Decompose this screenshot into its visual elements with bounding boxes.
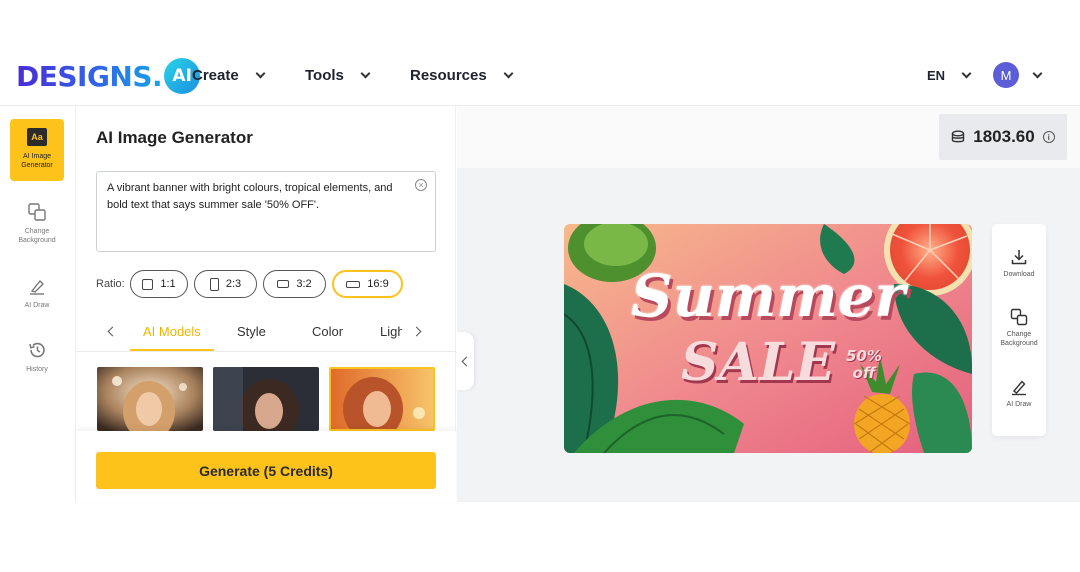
generator-panel: AI Image Generator A vibrant banner with… [76, 106, 456, 502]
widescreen-icon [346, 280, 361, 288]
tab-color[interactable]: Color [312, 324, 343, 339]
language-selector[interactable]: EN [927, 44, 972, 106]
chevron-down-icon [255, 68, 266, 78]
square-icon [142, 278, 154, 290]
download-icon [1011, 250, 1027, 265]
sidebar-item-label: AI Draw [24, 302, 50, 309]
nav-create[interactable]: Create [192, 44, 266, 106]
ratio-16-9-button[interactable]: 16:9 [332, 270, 403, 298]
top-navbar: DESIGNS. AI Create Tools Resources EN M [0, 44, 1080, 106]
aa-icon: Aa [27, 127, 47, 147]
credits-value: 1803.60 [973, 127, 1035, 146]
chevron-down-icon [961, 68, 972, 78]
portrait-icon [209, 277, 219, 291]
preview-canvas: 1803.60 i Summer SALE 50% off Download C… [457, 106, 1080, 502]
sidebar-item-history[interactable]: History [10, 332, 64, 394]
chevron-left-icon [461, 356, 472, 366]
app-root: DESIGNS. AI Create Tools Resources EN M … [0, 0, 1080, 572]
chevron-down-icon [1032, 68, 1043, 78]
option-tabs: AI Models Style Color Ligh [76, 316, 456, 352]
ratio-1-1-button[interactable]: 1:1 [130, 270, 188, 298]
tabs-next-icon[interactable] [411, 326, 422, 337]
sidebar-item-ai-draw[interactable]: AI Draw [10, 268, 64, 330]
canvas-topbar: 1803.60 i [457, 106, 1080, 168]
nav-tools[interactable]: Tools [305, 44, 371, 106]
pen-icon [1012, 380, 1026, 396]
info-icon[interactable]: i [1042, 131, 1055, 143]
pen-icon [27, 276, 47, 296]
model-thumbnail[interactable] [329, 367, 435, 431]
history-icon [27, 340, 47, 360]
avatar[interactable]: M [993, 62, 1019, 88]
sidebar-item-label: Change Background [18, 228, 56, 244]
discount-percent: 50% [846, 347, 882, 365]
model-thumbnail[interactable] [97, 367, 203, 431]
banner-discount: 50% off [846, 348, 882, 382]
designs-ai-logo[interactable]: DESIGNS. AI [16, 58, 201, 94]
ratio-2-3-button[interactable]: 2:3 [194, 270, 257, 298]
coins-icon [952, 130, 965, 143]
banner-title: Summer [630, 262, 906, 330]
tab-lighting[interactable]: Ligh [380, 324, 402, 339]
layers-icon [27, 202, 47, 222]
sidebar-item-label: History [26, 366, 48, 373]
ratio-3-2-button[interactable]: 3:2 [263, 270, 326, 298]
clear-icon[interactable]: × [415, 179, 427, 191]
chevron-down-icon [503, 68, 514, 78]
nav-resources-label: Resources [410, 66, 487, 84]
credits-balance: 1803.60 i [939, 114, 1067, 160]
nav-tools-label: Tools [305, 66, 344, 84]
download-button[interactable]: Download [992, 248, 1046, 279]
ratio-label-text: 1:1 [160, 278, 176, 290]
sidebar-item-ai-image-generator[interactable]: Aa AI Image Generator [10, 119, 64, 181]
chevron-down-icon [360, 68, 371, 78]
model-thumbnail[interactable] [213, 367, 319, 431]
generated-image[interactable]: Summer SALE 50% off [564, 224, 972, 453]
image-actions-toolbar: Download Change Background AI Draw [992, 224, 1046, 436]
tool-sidebar: Aa AI Image Generator Change Background … [0, 106, 76, 502]
sidebar-item-label: AI Image Generator [21, 153, 53, 169]
tabs-prev-icon[interactable] [107, 326, 118, 337]
active-tab-indicator [130, 349, 214, 351]
collapse-panel-toggle[interactable] [456, 332, 474, 390]
panel-footer: Generate (5 Credits) [76, 431, 456, 502]
ai-draw-label: AI Draw [1006, 401, 1032, 408]
ratio-label: Ratio: [96, 278, 125, 290]
nav-create-label: Create [192, 66, 239, 84]
layers-icon [1010, 308, 1028, 326]
language-label: EN [927, 67, 946, 83]
account-menu-toggle[interactable] [1024, 44, 1043, 106]
tab-ai-models[interactable]: AI Models [143, 324, 201, 339]
change-background-button[interactable]: Change Background [992, 308, 1046, 348]
sidebar-item-change-background[interactable]: Change Background [10, 194, 64, 256]
prompt-text: A vibrant banner with bright colours, tr… [107, 182, 393, 211]
prompt-textarea[interactable]: A vibrant banner with bright colours, tr… [96, 171, 436, 252]
ai-draw-button[interactable]: AI Draw [992, 378, 1046, 409]
discount-off: off [852, 364, 876, 382]
ratio-label-text: 16:9 [367, 278, 389, 290]
change-background-label: Change Background [1000, 331, 1038, 347]
logo-text: DESIGNS. [16, 59, 163, 93]
tab-style[interactable]: Style [237, 324, 266, 339]
landscape-icon [277, 280, 290, 288]
nav-resources[interactable]: Resources [410, 44, 514, 106]
banner-subtitle: SALE [680, 332, 836, 393]
download-label: Download [1003, 271, 1035, 278]
ratio-label-text: 3:2 [296, 278, 312, 290]
generate-button[interactable]: Generate (5 Credits) [96, 452, 436, 489]
page-title: AI Image Generator [96, 128, 253, 147]
ratio-label-text: 2:3 [225, 278, 242, 290]
